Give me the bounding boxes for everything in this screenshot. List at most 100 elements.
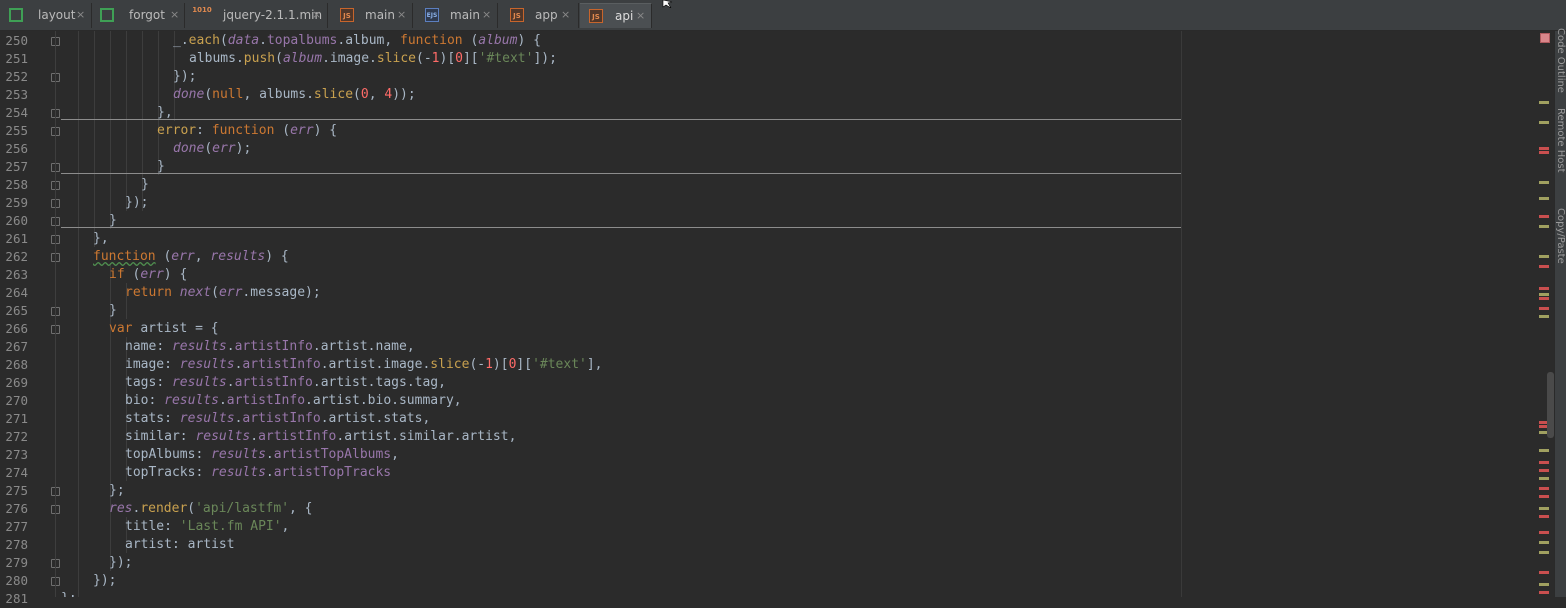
error-stripe-mark[interactable]: [1539, 197, 1549, 200]
method-separator: [61, 173, 1181, 174]
line-number: 268: [5, 357, 28, 372]
error-stripe-mark[interactable]: [1539, 591, 1549, 594]
code-line: error: function (err) {: [157, 123, 338, 138]
line-number-gutter[interactable]: 250 251 252 253 254 255 256 257 258 259 260 261 262 2…: [0, 31, 60, 606]
fold-guide-line: [55, 31, 56, 597]
close-icon[interactable]: ×: [636, 9, 645, 22]
error-stripe-mark[interactable]: [1539, 449, 1549, 452]
tool-window-remote-host[interactable]: Remote Host: [1555, 108, 1566, 173]
line-number: 277: [5, 519, 28, 534]
code-line: topAlbums: results.artistTopAlbums,: [125, 447, 399, 462]
error-stripe-mark[interactable]: [1539, 101, 1549, 104]
tab-main-ejs[interactable]: EJS main ×: [414, 3, 498, 28]
error-stripe-mark[interactable]: [1539, 531, 1549, 534]
error-stripe-mark[interactable]: [1539, 469, 1549, 472]
tab-jquery[interactable]: 1010 jquery-2.1.1.min ×: [186, 3, 328, 28]
code-line: };: [109, 483, 125, 498]
code-line: tags: results.artistInfo.artist.tags.tag…: [125, 375, 446, 390]
line-number: 265: [5, 303, 28, 318]
line-number: 273: [5, 447, 28, 462]
code-line: var artist = {: [109, 321, 219, 336]
code-line: bio: results.artistInfo.artist.bio.summa…: [125, 393, 462, 408]
line-number: 267: [5, 339, 28, 354]
error-stripe-mark[interactable]: [1539, 121, 1549, 124]
line-number: 262: [5, 249, 28, 264]
error-stripe-mark[interactable]: [1539, 495, 1549, 498]
ejs-file-icon: EJS: [425, 8, 439, 22]
js-file-icon: JS: [340, 8, 354, 22]
tab-label: app: [535, 8, 558, 22]
code-line: if (err) {: [109, 267, 188, 282]
tab-forgot[interactable]: forgot ×: [93, 3, 185, 28]
error-stripe-mark[interactable]: [1539, 515, 1549, 518]
code-line: done(err);: [173, 141, 252, 156]
close-icon[interactable]: ×: [397, 8, 406, 21]
error-stripe-mark[interactable]: [1539, 293, 1549, 296]
code-line: }: [109, 303, 117, 318]
error-stripe-mark[interactable]: [1539, 181, 1549, 184]
error-stripe-mark[interactable]: [1539, 315, 1549, 318]
code-line: image: results.artistInfo.artist.image.s…: [125, 357, 603, 372]
html-file-icon: [9, 8, 23, 22]
line-number: 250: [5, 33, 28, 48]
close-icon[interactable]: ×: [482, 8, 491, 21]
indent-guide: [110, 31, 111, 229]
line-number: 261: [5, 231, 28, 246]
tab-layout[interactable]: layout ×: [2, 3, 92, 28]
line-number: 254: [5, 105, 28, 120]
code-line: topTracks: results.artistTopTracks: [125, 465, 392, 480]
error-stripe-mark[interactable]: [1539, 571, 1549, 574]
vertical-scrollbar-thumb[interactable]: [1547, 372, 1554, 438]
code-line: albums.push(album.image.slice(-1)[0]['#t…: [189, 51, 557, 66]
close-icon[interactable]: ×: [170, 8, 179, 21]
line-number: 253: [5, 87, 28, 102]
line-number: 264: [5, 285, 28, 300]
error-stripe-mark[interactable]: [1539, 583, 1549, 586]
js-file-icon: JS: [589, 9, 603, 23]
indent-guide: [78, 31, 79, 597]
error-stripe-mark[interactable]: [1539, 287, 1549, 290]
error-stripe-mark[interactable]: [1539, 461, 1549, 464]
line-number: 263: [5, 267, 28, 282]
error-stripe-mark[interactable]: [1539, 297, 1549, 300]
tab-label: main: [450, 8, 480, 22]
error-stripe-mark[interactable]: [1539, 551, 1549, 554]
tool-window-code-outline[interactable]: Code Outline: [1555, 28, 1566, 93]
code-editor[interactable]: _.each(data.topalbums.album, function (a…: [61, 31, 1531, 597]
code-line: },: [93, 231, 109, 246]
error-stripe-mark[interactable]: [1539, 215, 1549, 218]
line-number: 251: [5, 51, 28, 66]
indent-guide: [158, 31, 159, 175]
tab-app[interactable]: JS app ×: [499, 3, 579, 28]
tab-api[interactable]: JS api ×: [580, 3, 652, 28]
error-stripe[interactable]: [1536, 31, 1554, 597]
error-stripe-mark[interactable]: [1539, 255, 1549, 258]
error-stripe-mark[interactable]: [1539, 265, 1549, 268]
code-line: similar: results.artistInfo.artist.simil…: [125, 429, 517, 444]
code-line: };: [61, 590, 77, 597]
method-separator: [61, 119, 1181, 120]
close-icon[interactable]: ×: [561, 8, 570, 21]
method-separator: [61, 227, 1181, 228]
error-stripe-mark[interactable]: [1539, 507, 1549, 510]
tool-window-copy-paste[interactable]: Copy/Paste: [1555, 208, 1566, 264]
line-number: 252: [5, 69, 28, 84]
line-number: 279: [5, 555, 28, 570]
error-stripe-mark[interactable]: [1539, 151, 1549, 154]
tab-main-js[interactable]: JS main ×: [329, 3, 413, 28]
error-stripe-mark[interactable]: [1539, 147, 1549, 150]
right-margin-guide: [1181, 31, 1182, 597]
tab-label: api: [615, 9, 634, 23]
error-stripe-mark[interactable]: [1539, 225, 1549, 228]
error-stripe-mark[interactable]: [1539, 541, 1549, 544]
error-stripe-mark[interactable]: [1539, 307, 1549, 310]
tab-label: layout: [38, 8, 76, 22]
code-line: });: [93, 573, 117, 588]
line-number: 278: [5, 537, 28, 552]
error-stripe-mark[interactable]: [1539, 477, 1549, 480]
line-number: 266: [5, 321, 28, 336]
error-stripe-mark[interactable]: [1539, 487, 1549, 490]
code-line: artist: artist: [125, 537, 235, 552]
close-icon[interactable]: ×: [312, 8, 321, 21]
close-icon[interactable]: ×: [76, 8, 85, 21]
